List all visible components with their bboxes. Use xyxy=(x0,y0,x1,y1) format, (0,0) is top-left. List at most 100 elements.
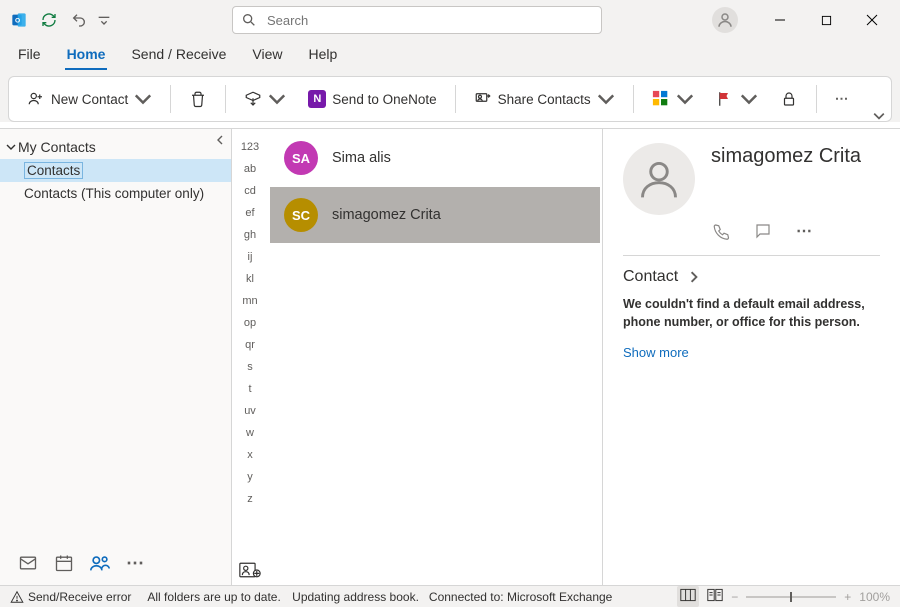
address-book-button[interactable] xyxy=(239,560,261,579)
close-button[interactable] xyxy=(850,5,894,35)
ribbon-more-button[interactable]: ⋯ xyxy=(827,82,859,116)
nav-item-label: Contacts xyxy=(24,162,83,179)
svg-text:O: O xyxy=(15,18,20,25)
mail-module-button[interactable] xyxy=(12,547,44,579)
alpha-index-item[interactable]: z xyxy=(247,489,253,508)
alpha-index-item[interactable]: s xyxy=(247,357,253,376)
chevron-down-icon xyxy=(134,90,152,108)
alpha-index-item[interactable]: mn xyxy=(242,291,257,310)
contact-initials: SA xyxy=(284,141,318,175)
contact-initials: SC xyxy=(284,198,318,232)
menu-bar: File Home Send / Receive View Help xyxy=(0,40,900,70)
contact-name: simagomez Crita xyxy=(711,143,861,168)
onenote-icon: N xyxy=(308,90,326,108)
nav-item[interactable]: Contacts (This computer only) xyxy=(0,182,231,205)
contact-more-button[interactable]: ⋯ xyxy=(795,221,815,241)
chevron-down-icon xyxy=(268,90,286,108)
minimize-button[interactable] xyxy=(758,5,802,35)
alpha-index-item[interactable]: w xyxy=(246,423,254,442)
status-error[interactable]: Send/Receive error xyxy=(4,590,137,604)
nav-group-header[interactable]: My Contacts xyxy=(0,129,231,159)
contact-section-header[interactable]: Contact xyxy=(623,268,880,286)
contact-actions: ⋯ xyxy=(711,221,880,241)
view-normal-button[interactable] xyxy=(677,586,699,607)
alpha-index-item[interactable]: y xyxy=(247,467,253,486)
title-bar: O xyxy=(0,0,900,40)
zoom-label: 100% xyxy=(859,590,890,604)
alpha-index: 123 ab cd ef gh ij kl mn op qr st uv wxyz xyxy=(232,129,268,585)
new-contact-button[interactable]: New Contact xyxy=(19,82,160,116)
zoom-slider[interactable] xyxy=(746,596,836,598)
alpha-index-item[interactable]: op xyxy=(244,313,256,332)
alpha-index-item[interactable]: 123 xyxy=(241,137,259,156)
alpha-index-item[interactable]: uv xyxy=(244,401,256,420)
nav-item[interactable]: Contacts xyxy=(0,159,231,182)
ribbon: New Contact N Send to OneNote Share Cont… xyxy=(8,76,892,122)
contact-detail-pane: simagomez Crita ⋯ Contact We couldn't fi… xyxy=(603,129,900,585)
chevron-down-icon xyxy=(740,90,758,108)
menu-help[interactable]: Help xyxy=(307,42,340,70)
status-folders: All folders are up to date. xyxy=(147,590,280,604)
main-area: My Contacts ContactsContacts (This compu… xyxy=(0,128,900,585)
refresh-button[interactable] xyxy=(36,7,62,33)
alpha-index-item[interactable]: kl xyxy=(246,269,254,288)
contact-card[interactable]: SC simagomez Crita xyxy=(270,187,600,243)
menu-view[interactable]: View xyxy=(250,42,284,70)
status-error-label: Send/Receive error xyxy=(28,590,131,604)
people-module-button[interactable] xyxy=(84,547,116,579)
alpha-index-item[interactable]: x xyxy=(247,445,253,464)
share-contacts-button[interactable]: Share Contacts xyxy=(466,82,623,116)
follow-up-button[interactable] xyxy=(708,82,766,116)
contact-avatar xyxy=(623,143,695,215)
private-button[interactable] xyxy=(772,82,806,116)
alpha-index-item[interactable]: t xyxy=(248,379,251,398)
menu-home[interactable]: Home xyxy=(65,42,108,70)
chevron-down-icon xyxy=(676,90,694,108)
view-reading-button[interactable] xyxy=(707,588,723,605)
maximize-button[interactable] xyxy=(804,5,848,35)
app-icon: O xyxy=(6,7,32,33)
alpha-index-item[interactable]: cd xyxy=(244,181,256,200)
qat-customize-button[interactable] xyxy=(96,7,112,33)
menu-file[interactable]: File xyxy=(16,42,43,70)
status-connected: Connected to: Microsoft Exchange xyxy=(429,590,612,604)
show-more-link[interactable]: Show more xyxy=(623,345,880,360)
menu-send-receive[interactable]: Send / Receive xyxy=(129,42,228,70)
call-button[interactable] xyxy=(711,221,731,241)
calendar-module-button[interactable] xyxy=(48,547,80,579)
delete-button[interactable] xyxy=(181,82,215,116)
contact-list: SA Sima alis SC simagomez Crita xyxy=(268,129,603,585)
search-input[interactable] xyxy=(265,12,593,29)
contact-card[interactable]: SA Sima alis xyxy=(270,130,600,186)
undo-button[interactable] xyxy=(66,7,92,33)
contact-card-name: Sima alis xyxy=(332,150,391,166)
nav-item-label: Contacts (This computer only) xyxy=(24,186,204,201)
search-box[interactable] xyxy=(232,6,602,34)
chat-button[interactable] xyxy=(753,221,773,241)
nav-more-button[interactable]: ⋯ xyxy=(120,547,152,579)
status-bar: Send/Receive error All folders are up to… xyxy=(0,585,900,607)
status-updating: Updating address book. xyxy=(292,590,419,604)
account-avatar[interactable] xyxy=(712,7,738,33)
send-to-onenote-button[interactable]: N Send to OneNote xyxy=(300,82,444,116)
share-contacts-label: Share Contacts xyxy=(498,92,591,107)
nav-group-label: My Contacts xyxy=(18,139,96,155)
alpha-index-item[interactable]: gh xyxy=(244,225,256,244)
new-contact-label: New Contact xyxy=(51,92,128,107)
chevron-right-icon xyxy=(688,271,700,283)
chevron-down-icon xyxy=(6,142,16,152)
nav-switcher: ⋯ xyxy=(0,541,231,585)
move-button[interactable] xyxy=(236,82,294,116)
alpha-index-item[interactable]: ef xyxy=(245,203,254,222)
search-icon xyxy=(241,12,257,28)
send-onenote-label: Send to OneNote xyxy=(332,92,436,107)
contact-card-name: simagomez Crita xyxy=(332,207,441,223)
alpha-index-item[interactable]: ij xyxy=(248,247,253,266)
categorize-button[interactable] xyxy=(644,82,702,116)
ribbon-collapse-button[interactable] xyxy=(873,110,885,125)
nav-pane: My Contacts Contacts Contacts (This compu… xyxy=(0,129,232,585)
warning-icon xyxy=(10,590,24,604)
nav-collapse-button[interactable] xyxy=(213,133,227,147)
alpha-index-item[interactable]: qr xyxy=(245,335,255,354)
alpha-index-item[interactable]: ab xyxy=(244,159,256,178)
